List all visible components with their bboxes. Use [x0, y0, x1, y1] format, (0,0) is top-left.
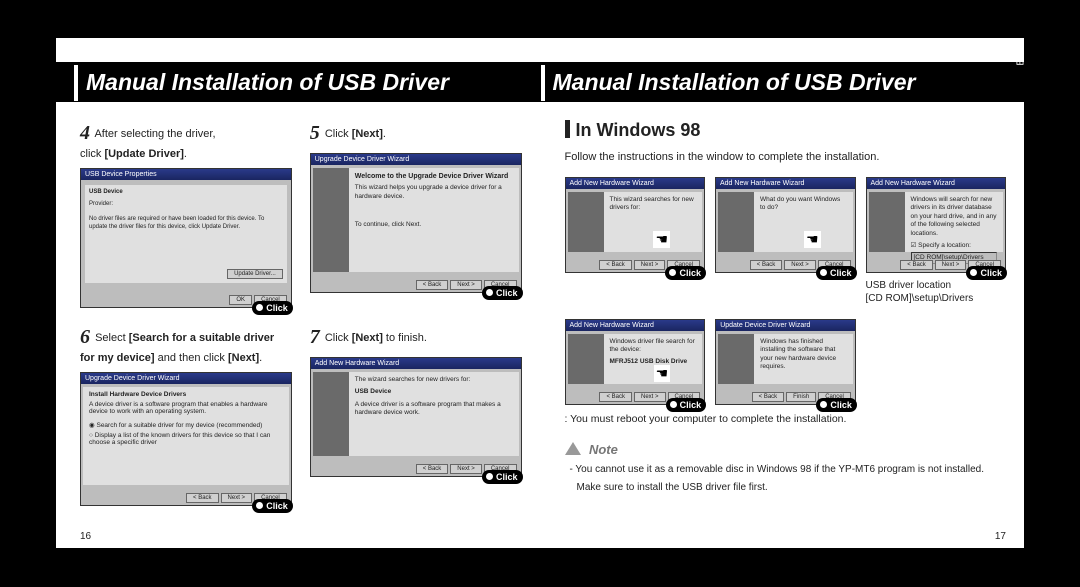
- note-line-2: Make sure to install the USB driver file…: [565, 481, 1007, 495]
- step-7: 7 Click [Next] to finish. Add New Hardwa…: [310, 324, 522, 506]
- finish-button[interactable]: Finish: [786, 392, 816, 402]
- screenshot-search-driver: Upgrade Device Driver Wizard Install Har…: [80, 372, 292, 506]
- note-line-1: - You cannot use it as a removable disc …: [565, 463, 1007, 477]
- wizard-art-icon: [313, 372, 349, 456]
- section-heading: In Windows 98: [565, 120, 1007, 141]
- next-button[interactable]: Next >: [450, 464, 482, 474]
- title-bar-right: Manual Installation of USB Driver: [523, 62, 1025, 102]
- title-bar-left: Manual Installation of USB Driver: [56, 62, 558, 102]
- update-driver-button[interactable]: Update Driver...: [227, 269, 283, 279]
- step-number: 7: [310, 324, 320, 351]
- back-button[interactable]: < Back: [599, 260, 632, 270]
- back-button[interactable]: < Back: [416, 280, 449, 290]
- click-indicator: Click: [666, 398, 707, 412]
- step-number: 5: [310, 120, 320, 147]
- back-button[interactable]: < Back: [900, 260, 933, 270]
- next-button[interactable]: Next >: [450, 280, 482, 290]
- reboot-note: : You must reboot your computer to compl…: [565, 413, 1007, 425]
- click-indicator: Click: [252, 301, 293, 315]
- back-button[interactable]: < Back: [416, 464, 449, 474]
- click-indicator: Click: [816, 398, 857, 412]
- note-heading: Note: [589, 442, 618, 457]
- screenshot-upgrade-wizard-welcome: Upgrade Device Driver Wizard Welcome to …: [310, 153, 522, 293]
- cursor-icon: ☚: [653, 231, 670, 248]
- step-4: 4 After selecting the driver, click [Upd…: [80, 120, 292, 308]
- note-block: Note - You cannot use it as a removable …: [565, 441, 1007, 494]
- back-button[interactable]: < Back: [752, 392, 785, 402]
- page-number-right: 17: [995, 531, 1006, 542]
- page-number-left: 16: [80, 531, 91, 542]
- screenshot-add-hardware-wizard: Add New Hardware Wizard The wizard searc…: [310, 357, 522, 477]
- win98-shot-1: Add New Hardware Wizard This wizard sear…: [565, 171, 706, 305]
- section-subtext: Follow the instructions in the window to…: [565, 151, 1007, 163]
- click-indicator: Click: [482, 470, 523, 484]
- step-number: 4: [80, 120, 90, 147]
- next-button[interactable]: Next >: [634, 392, 666, 402]
- step-6: 6 Select [Search for a suitable driver f…: [80, 324, 292, 506]
- step-5: 5 Click [Next]. Upgrade Device Driver Wi…: [310, 120, 522, 308]
- cursor-icon: ☚: [654, 365, 671, 382]
- page-left: Manual Installation of USB Driver 4 Afte…: [56, 38, 541, 548]
- win98-shot-3: Add New Hardware Wizard Windows will sea…: [866, 171, 1007, 305]
- step-number: 6: [80, 324, 90, 351]
- screenshot-properties-dialog: USB Device Properties USB Device Provide…: [80, 168, 292, 308]
- cursor-icon: ☚: [804, 231, 821, 248]
- win98-shot-4: Add New Hardware Wizard Windows driver f…: [565, 313, 706, 405]
- click-indicator: Click: [252, 499, 293, 513]
- click-indicator: Click: [966, 266, 1007, 280]
- back-button[interactable]: < Back: [750, 260, 783, 270]
- page-title-right: Manual Installation of USB Driver: [545, 69, 916, 96]
- ok-button[interactable]: OK: [229, 295, 252, 305]
- next-button[interactable]: Next >: [221, 493, 253, 503]
- language-tab: ENG: [1016, 41, 1027, 66]
- next-button[interactable]: Next >: [935, 260, 967, 270]
- click-indicator: Click: [816, 266, 857, 280]
- back-button[interactable]: < Back: [599, 392, 632, 402]
- click-indicator: Click: [482, 286, 523, 300]
- win98-shot-2: Add New Hardware Wizard What do you want…: [715, 171, 856, 305]
- next-button[interactable]: Next >: [784, 260, 816, 270]
- wizard-art-icon: [313, 168, 349, 272]
- driver-location-label: USB driver location [CD ROM]\setup\Drive…: [866, 279, 1007, 305]
- back-button[interactable]: < Back: [186, 493, 219, 503]
- page-title-left: Manual Installation of USB Driver: [78, 69, 449, 96]
- click-indicator: Click: [665, 266, 706, 280]
- win98-shot-5: Update Device Driver Wizard Windows has …: [715, 313, 856, 405]
- next-button[interactable]: Next >: [634, 260, 666, 270]
- note-icon: [565, 442, 581, 455]
- page-right: Manual Installation of USB Driver ENG In…: [541, 38, 1025, 548]
